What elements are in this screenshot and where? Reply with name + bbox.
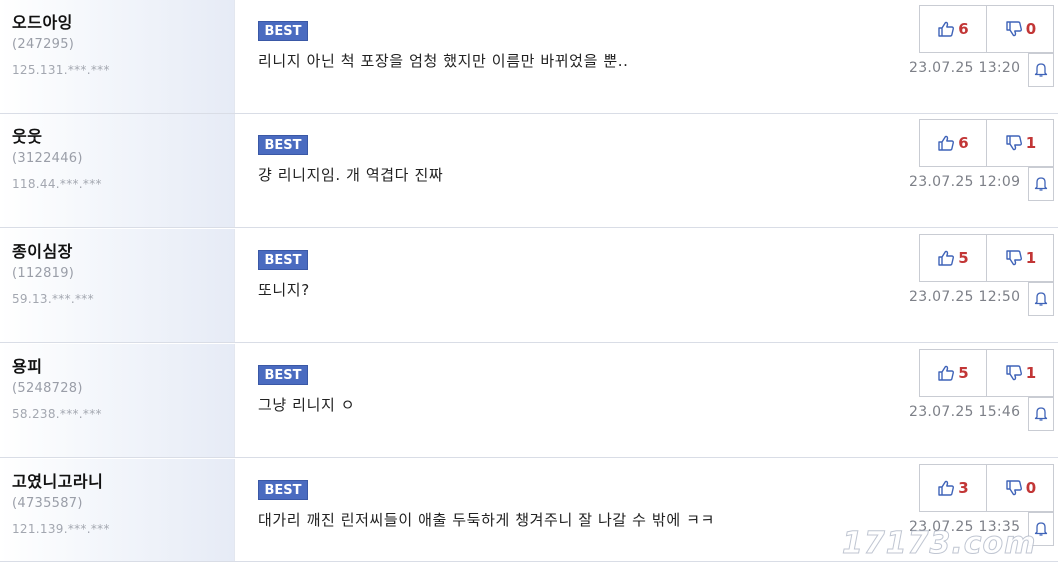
thumbs-up-icon — [938, 21, 955, 37]
thumbs-down-icon — [1006, 21, 1022, 37]
upvote-count: 6 — [958, 20, 969, 38]
vote-box: 5 1 — [919, 349, 1054, 397]
vote-box: 3 0 — [919, 464, 1054, 512]
bell-icon — [1034, 63, 1048, 77]
user-nickname[interactable]: 종이심장 — [12, 238, 73, 262]
user-ip: 118.44.***.*** — [12, 177, 102, 191]
thumbs-up-icon — [938, 365, 955, 381]
watermark: 17173.com — [841, 526, 1037, 562]
downvote-button[interactable]: 1 — [987, 235, 1054, 281]
comment-text: 대가리 깨진 린저씨들이 애출 두둑하게 챙겨주니 잘 나갈 수 밖에 ㅋㅋ — [258, 511, 715, 529]
user-nickname[interactable]: 웃웃 — [12, 123, 42, 147]
thumbs-down-icon — [1006, 250, 1022, 266]
downvote-count: 1 — [1025, 134, 1037, 152]
comment-date: 23.07.25 12:50 — [909, 289, 1021, 305]
upvote-count: 5 — [958, 364, 969, 382]
user-id: (4735587) — [12, 496, 83, 511]
upvote-button[interactable]: 6 — [920, 120, 987, 166]
comment-text: 걍 리니지임. 개 역겹다 진짜 — [258, 166, 444, 184]
downvote-button[interactable]: 0 — [987, 6, 1054, 52]
comment-row: 종이심장 (112819) 59.13.***.*** BEST 또니지? 5 … — [0, 229, 1058, 343]
comment-text: 그냥 리니지 ㅇ — [258, 396, 356, 414]
thumbs-down-icon — [1006, 135, 1022, 151]
user-panel: 용피 (5248728) 58.238.***.*** — [0, 344, 235, 457]
best-badge: BEST — [258, 365, 308, 385]
thumbs-down-icon — [1006, 480, 1022, 496]
upvote-button[interactable]: 3 — [920, 465, 987, 511]
downvote-count: 0 — [1025, 479, 1037, 497]
comment-row: 용피 (5248728) 58.238.***.*** BEST 그냥 리니지 … — [0, 344, 1058, 458]
vote-box: 6 1 — [919, 119, 1054, 167]
comment-text: 또니지? — [258, 281, 310, 299]
user-panel: 고였니고라니 (4735587) 121.139.***.*** — [0, 459, 235, 561]
best-badge: BEST — [258, 480, 308, 500]
user-panel: 오드아잉 (247295) 125.131.***.*** — [0, 0, 235, 113]
user-id: (112819) — [12, 266, 75, 281]
comment-date: 23.07.25 12:09 — [909, 174, 1021, 190]
bell-icon — [1034, 177, 1048, 191]
comment-row: 웃웃 (3122446) 118.44.***.*** BEST 걍 리니지임.… — [0, 114, 1058, 228]
report-button[interactable] — [1028, 397, 1054, 431]
comment-content: BEST 또니지? — [258, 229, 898, 342]
report-button[interactable] — [1028, 53, 1054, 87]
user-id: (5248728) — [12, 381, 83, 396]
upvote-button[interactable]: 6 — [920, 6, 987, 52]
downvote-count: 1 — [1025, 364, 1037, 382]
vote-box: 5 1 — [919, 234, 1054, 282]
user-ip: 59.13.***.*** — [12, 292, 94, 306]
vote-box: 6 0 — [919, 5, 1054, 53]
user-nickname[interactable]: 고였니고라니 — [12, 468, 103, 492]
thumbs-up-icon — [938, 135, 955, 151]
best-badge: BEST — [258, 135, 308, 155]
user-nickname[interactable]: 오드아잉 — [12, 9, 73, 33]
user-panel: 웃웃 (3122446) 118.44.***.*** — [0, 114, 235, 227]
upvote-count: 6 — [958, 134, 969, 152]
user-ip: 58.238.***.*** — [12, 407, 102, 421]
user-id: (3122446) — [12, 151, 83, 166]
comment-text: 리니지 아닌 척 포장을 엄청 했지만 이름만 바뀌었을 뿐.. — [258, 52, 629, 70]
report-button[interactable] — [1028, 282, 1054, 316]
thumbs-up-icon — [938, 480, 955, 496]
comment-content: BEST 걍 리니지임. 개 역겹다 진짜 — [258, 114, 898, 227]
downvote-button[interactable]: 1 — [987, 350, 1054, 396]
upvote-button[interactable]: 5 — [920, 235, 987, 281]
report-button[interactable] — [1028, 167, 1054, 201]
comment-date: 23.07.25 15:46 — [909, 404, 1021, 420]
comment-list: 오드아잉 (247295) 125.131.***.*** BEST 리니지 아… — [0, 0, 1058, 562]
upvote-count: 5 — [958, 249, 969, 267]
downvote-button[interactable]: 0 — [987, 465, 1054, 511]
downvote-count: 1 — [1025, 249, 1037, 267]
user-ip: 125.131.***.*** — [12, 63, 110, 77]
best-badge: BEST — [258, 21, 308, 41]
thumbs-down-icon — [1006, 365, 1022, 381]
user-ip: 121.139.***.*** — [12, 522, 110, 536]
comment-content: BEST 대가리 깨진 린저씨들이 애출 두둑하게 챙겨주니 잘 나갈 수 밖에… — [258, 459, 898, 561]
comment-content: BEST 그냥 리니지 ㅇ — [258, 344, 898, 457]
user-panel: 종이심장 (112819) 59.13.***.*** — [0, 229, 235, 342]
thumbs-up-icon — [938, 250, 955, 266]
bell-icon — [1034, 407, 1048, 421]
comment-date: 23.07.25 13:20 — [909, 60, 1021, 76]
upvote-button[interactable]: 5 — [920, 350, 987, 396]
downvote-button[interactable]: 1 — [987, 120, 1054, 166]
user-id: (247295) — [12, 37, 75, 52]
user-nickname[interactable]: 용피 — [12, 353, 42, 377]
comment-content: BEST 리니지 아닌 척 포장을 엄청 했지만 이름만 바뀌었을 뿐.. — [258, 0, 898, 113]
best-badge: BEST — [258, 250, 308, 270]
downvote-count: 0 — [1025, 20, 1037, 38]
comment-row: 오드아잉 (247295) 125.131.***.*** BEST 리니지 아… — [0, 0, 1058, 114]
upvote-count: 3 — [958, 479, 969, 497]
bell-icon — [1034, 292, 1048, 306]
